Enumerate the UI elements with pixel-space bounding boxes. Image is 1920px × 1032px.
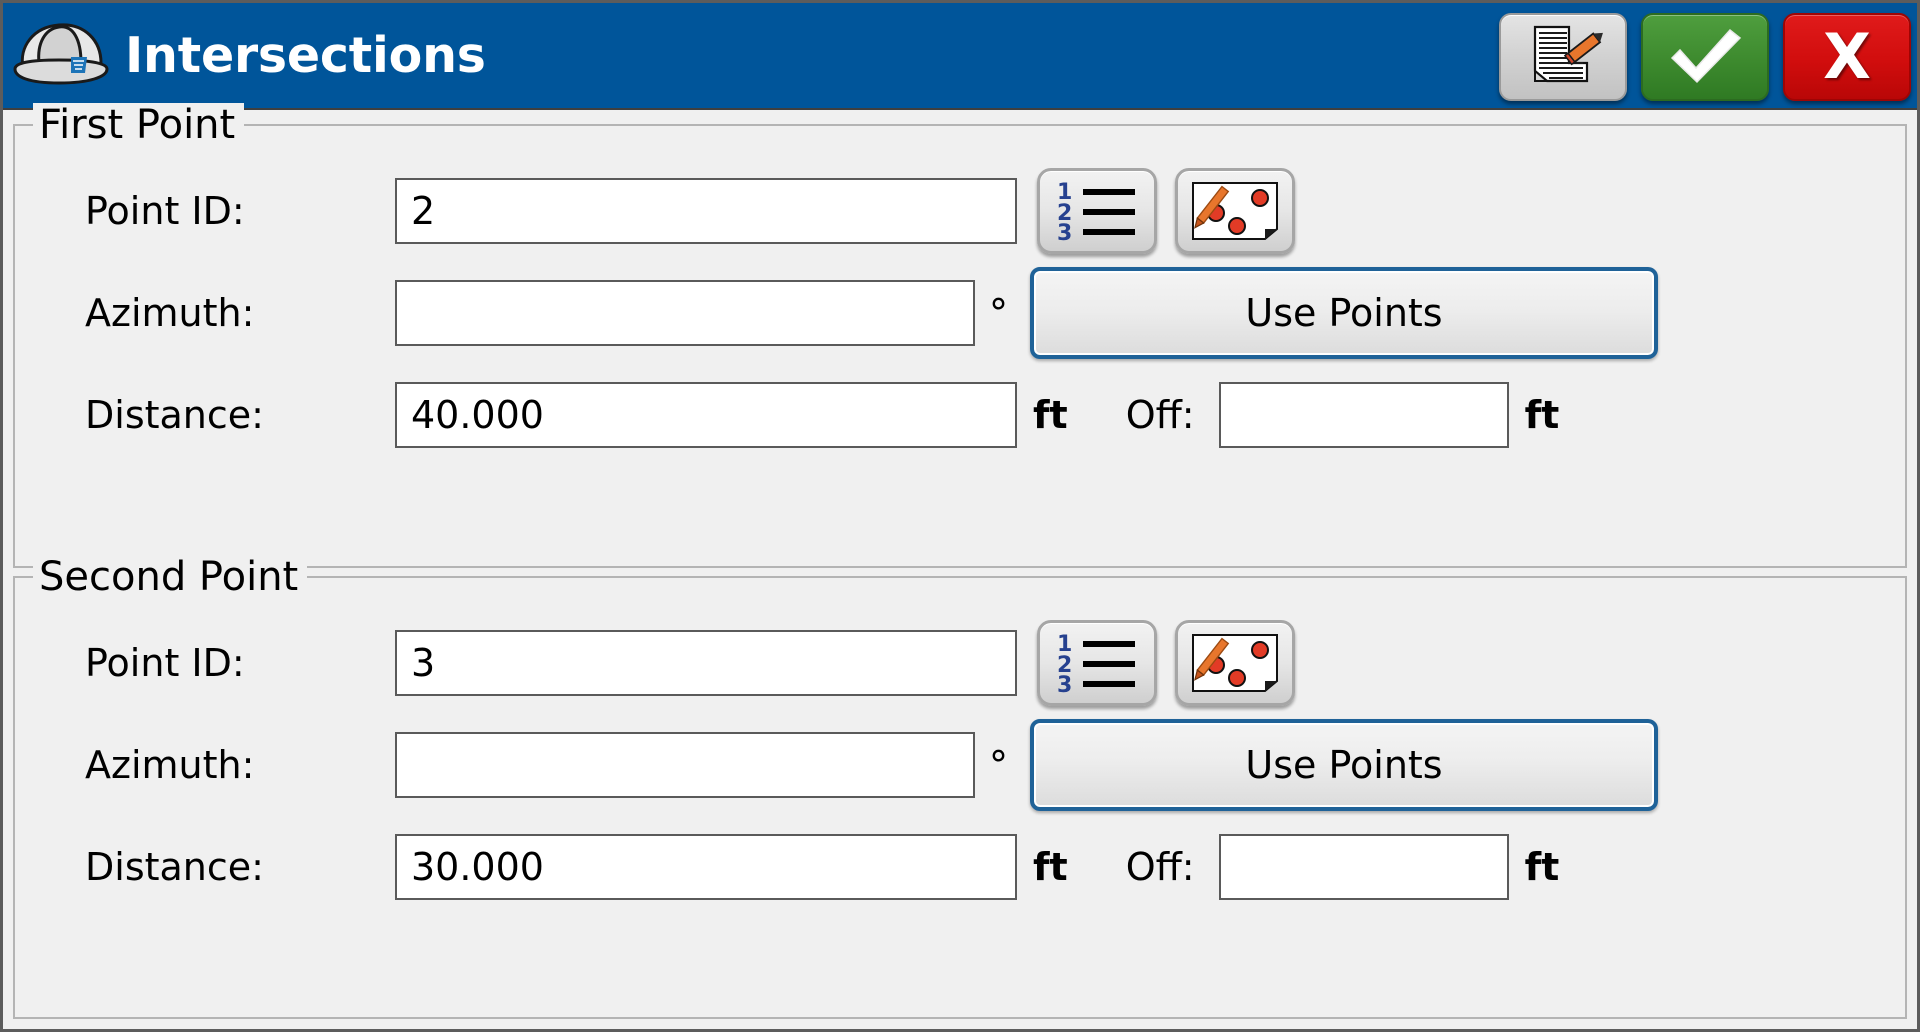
second-offset-label: Off: <box>1125 844 1195 889</box>
first-distance-input[interactable]: 40.000 <box>395 382 1017 448</box>
notes-button[interactable] <box>1499 12 1627 101</box>
second-offset-input[interactable] <box>1218 833 1509 900</box>
second-azimuth-label: Azimuth: <box>85 742 255 787</box>
first-point-id-label: Point ID: <box>85 189 245 233</box>
first-point-id-input[interactable]: 2 <box>395 178 1017 244</box>
second-distance-unit: ft <box>1033 844 1068 889</box>
numbered-list-icon: 1 2 3 <box>1057 180 1135 242</box>
svg-text:3: 3 <box>1057 673 1072 694</box>
map-pick-point-icon <box>1192 633 1278 692</box>
second-distance-input[interactable]: 30.000 <box>395 833 1017 900</box>
second-azimuth-degree-unit: ° <box>989 742 1008 787</box>
checkmark-icon <box>1670 28 1742 83</box>
second-distance-row: Distance: 30.000 ft Off: ft <box>25 816 1895 918</box>
second-point-id-input[interactable]: 3 <box>395 629 1017 696</box>
first-offset-label: Off: <box>1125 393 1195 437</box>
first-azimuth-label: Azimuth: <box>85 291 255 335</box>
second-offset-unit: ft <box>1524 844 1560 889</box>
second-azimuth-input[interactable] <box>395 731 975 798</box>
second-point-id-row: Point ID: 3 1 2 3 <box>25 612 1895 714</box>
first-point-id-list-button[interactable]: 1 2 3 <box>1037 168 1157 254</box>
page-title: Intersections <box>125 27 486 84</box>
svg-text:3: 3 <box>1057 221 1072 242</box>
first-point-legend: First Point <box>33 103 245 147</box>
map-pick-point-icon <box>1192 182 1278 240</box>
title-bar: Intersections X <box>3 3 1917 110</box>
form-content: First Point Point ID: 2 1 2 3 Azimuth: °… <box>3 103 1917 1029</box>
first-azimuth-row: Azimuth: ° Use Points <box>25 262 1895 364</box>
x-icon: X <box>1823 19 1871 93</box>
first-azimuth-degree-unit: ° <box>989 291 1008 335</box>
first-azimuth-input[interactable] <box>395 280 975 346</box>
accept-button[interactable] <box>1641 12 1769 101</box>
first-distance-unit: ft <box>1033 393 1068 437</box>
second-point-group: Second Point Point ID: 3 1 2 3 Azimuth: … <box>13 554 1907 1019</box>
first-distance-label: Distance: <box>85 393 264 437</box>
first-point-id-map-button[interactable] <box>1175 168 1295 254</box>
first-offset-input[interactable] <box>1218 382 1509 448</box>
second-point-id-map-button[interactable] <box>1175 619 1295 706</box>
second-point-legend: Second Point <box>33 554 308 599</box>
second-point-id-label: Point ID: <box>85 640 245 685</box>
second-point-id-list-button[interactable]: 1 2 3 <box>1037 619 1157 706</box>
document-pencil-icon <box>1533 25 1603 82</box>
hard-hat-icon <box>13 23 109 85</box>
first-point-group: First Point Point ID: 2 1 2 3 Azimuth: °… <box>13 103 1907 568</box>
intersections-window: Intersections X First Point Point ID: 2 … <box>0 0 1920 1032</box>
title-bar-actions: X <box>1499 3 1911 110</box>
second-distance-label: Distance: <box>85 844 264 889</box>
cancel-button[interactable]: X <box>1783 12 1911 101</box>
second-use-points-button[interactable]: Use Points <box>1030 718 1658 811</box>
first-point-id-row: Point ID: 2 1 2 3 <box>25 160 1895 262</box>
first-use-points-button[interactable]: Use Points <box>1030 267 1658 359</box>
first-offset-unit: ft <box>1524 393 1560 437</box>
first-distance-row: Distance: 40.000 ft Off: ft <box>25 364 1895 466</box>
second-azimuth-row: Azimuth: ° Use Points <box>25 714 1895 816</box>
numbered-list-icon: 1 2 3 <box>1057 632 1135 694</box>
